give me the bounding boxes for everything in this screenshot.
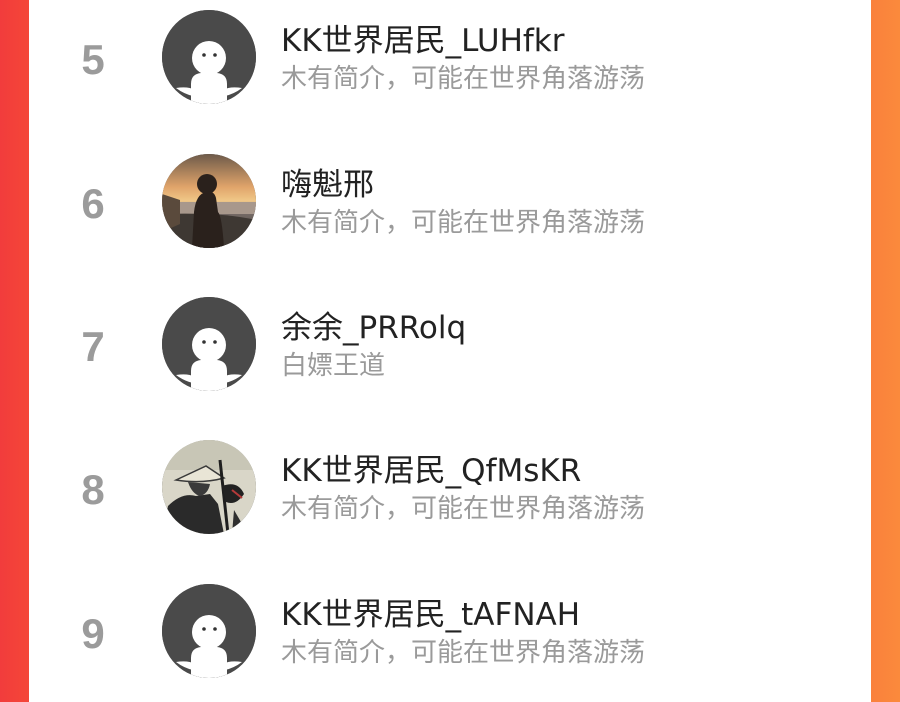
rank-number: 8 [81, 466, 105, 513]
ranking-row[interactable]: 5 KK世界居民_LUHfkr 木有简介，可能在世界角落游荡 [29, 0, 871, 140]
ranking-row[interactable]: 8 KK世界居民_QfMsKR 木有简介，可能在世界角落游荡 [29, 430, 871, 570]
user-name[interactable]: 嗨魁邢 [281, 159, 374, 204]
rank-number: 9 [81, 610, 105, 657]
user-bio: 木有简介，可能在世界角落游荡 [281, 638, 646, 668]
user-name[interactable]: KK世界居民_tAFNAH [281, 589, 580, 634]
ranking-row[interactable]: 6 嗨魁邢 木有简介，可能在世界角落游荡 [29, 144, 871, 284]
default-person-icon[interactable] [162, 10, 256, 104]
user-name[interactable]: KK世界居民_QfMsKR [281, 445, 581, 490]
swordsman-art-avatar[interactable] [162, 440, 256, 534]
rank-number: 5 [81, 36, 105, 83]
ranking-list-card: 5 KK世界居民_LUHfkr 木有简介，可能在世界角落游荡 6 嗨魁邢 木有简… [29, 0, 871, 702]
rank-number: 6 [81, 180, 105, 227]
user-bio: 木有简介，可能在世界角落游荡 [281, 494, 646, 524]
user-name[interactable]: 余余_PRRolq [281, 302, 466, 347]
user-bio: 木有简介，可能在世界角落游荡 [281, 64, 646, 94]
user-bio: 木有简介，可能在世界角落游荡 [281, 208, 646, 238]
sunset-photo-avatar[interactable] [162, 154, 256, 248]
user-bio: 白嫖王道 [281, 351, 386, 381]
rank-number: 7 [81, 323, 105, 370]
default-person-icon[interactable] [162, 584, 256, 678]
ranking-row[interactable]: 7 余余_PRRolq 白嫖王道 [29, 287, 871, 427]
ranking-row[interactable]: 9 KK世界居民_tAFNAH 木有简介，可能在世界角落游荡 [29, 574, 871, 702]
default-person-icon[interactable] [162, 297, 256, 391]
user-name[interactable]: KK世界居民_LUHfkr [281, 15, 565, 60]
